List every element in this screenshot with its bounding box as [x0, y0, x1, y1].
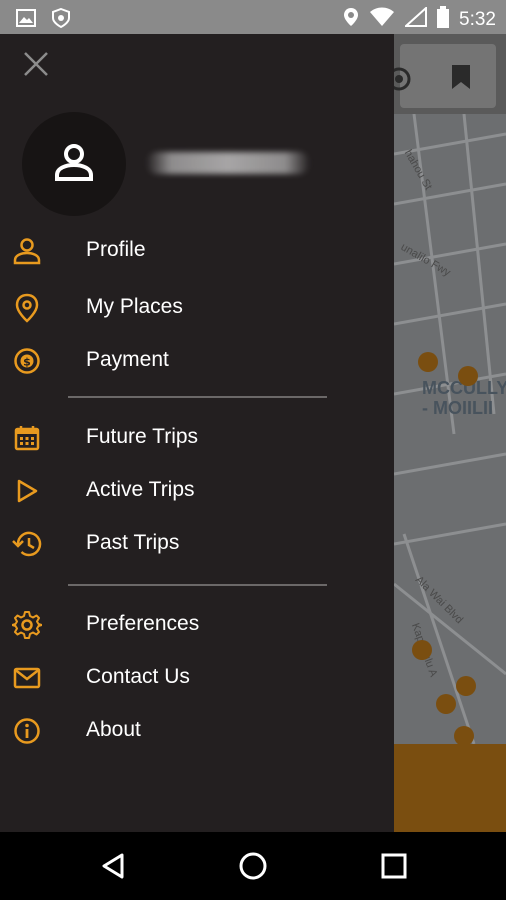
- envelope-icon: [12, 663, 42, 693]
- divider: [68, 584, 327, 586]
- status-time: 5:32: [459, 9, 496, 30]
- recents-icon[interactable]: [378, 850, 410, 882]
- map-pin[interactable]: [412, 640, 432, 660]
- image-icon: [16, 9, 36, 32]
- status-bar: 5:32: [0, 0, 506, 34]
- home-icon[interactable]: [237, 850, 269, 882]
- menu-item-label: Contact Us: [86, 665, 190, 688]
- map-pin[interactable]: [458, 366, 478, 386]
- person-icon: [12, 236, 42, 266]
- shield-icon: [52, 7, 70, 33]
- play-icon: [12, 476, 42, 506]
- navigation-drawer: Profile My Places $ Payment Future Trips…: [0, 34, 394, 832]
- close-icon[interactable]: [22, 50, 50, 78]
- map-toolbar: [394, 34, 506, 114]
- location-pin-icon: [12, 293, 42, 323]
- menu-item-active-trips[interactable]: Active Trips: [0, 467, 394, 513]
- user-name: [146, 152, 310, 174]
- menu-item-label: Profile: [86, 238, 146, 261]
- map-pin[interactable]: [454, 726, 474, 746]
- menu-item-contact-us[interactable]: Contact Us: [0, 654, 394, 700]
- map-pin[interactable]: [418, 352, 438, 372]
- history-icon: [12, 529, 42, 559]
- menu-item-label: Active Trips: [86, 478, 195, 501]
- menu-item-profile[interactable]: Profile: [0, 227, 394, 273]
- menu-item-my-places[interactable]: My Places: [0, 284, 394, 330]
- gear-icon: [12, 610, 42, 640]
- menu-item-label: Past Trips: [86, 531, 180, 554]
- crosshair-icon[interactable]: [394, 64, 414, 99]
- menu-item-label: About: [86, 718, 141, 741]
- menu-item-label: Payment: [86, 348, 169, 371]
- svg-text:$: $: [23, 356, 31, 369]
- menu-item-label: Preferences: [86, 612, 200, 635]
- battery-icon: [437, 6, 450, 34]
- calendar-icon: [12, 423, 42, 453]
- info-icon: [12, 716, 42, 746]
- map-pin[interactable]: [436, 694, 456, 714]
- bookmark-icon[interactable]: [450, 64, 472, 95]
- menu-item-preferences[interactable]: Preferences: [0, 601, 394, 647]
- menu-item-label: My Places: [86, 295, 183, 318]
- menu-item-about[interactable]: About: [0, 707, 394, 753]
- map-toolbar-card: [400, 44, 496, 108]
- map-view[interactable]: hahou St unalilo Fwy Ala Wai Blvd Kapahu…: [394, 34, 506, 832]
- divider: [68, 396, 327, 398]
- location-icon: [343, 7, 359, 33]
- menu-item-label: Future Trips: [86, 425, 199, 448]
- map-streets: [394, 114, 506, 744]
- avatar[interactable]: [22, 112, 126, 216]
- back-icon[interactable]: [98, 850, 130, 882]
- bottom-panel[interactable]: [394, 744, 506, 832]
- dollar-coin-icon: $: [12, 346, 42, 376]
- person-icon: [54, 142, 94, 187]
- map-pin[interactable]: [456, 676, 476, 696]
- system-nav-bar: [0, 832, 506, 900]
- menu-item-payment[interactable]: $ Payment: [0, 337, 394, 383]
- menu-item-future-trips[interactable]: Future Trips: [0, 414, 394, 460]
- menu-item-past-trips[interactable]: Past Trips: [0, 520, 394, 566]
- signal-icon: [403, 5, 428, 33]
- wifi-icon: [369, 7, 395, 33]
